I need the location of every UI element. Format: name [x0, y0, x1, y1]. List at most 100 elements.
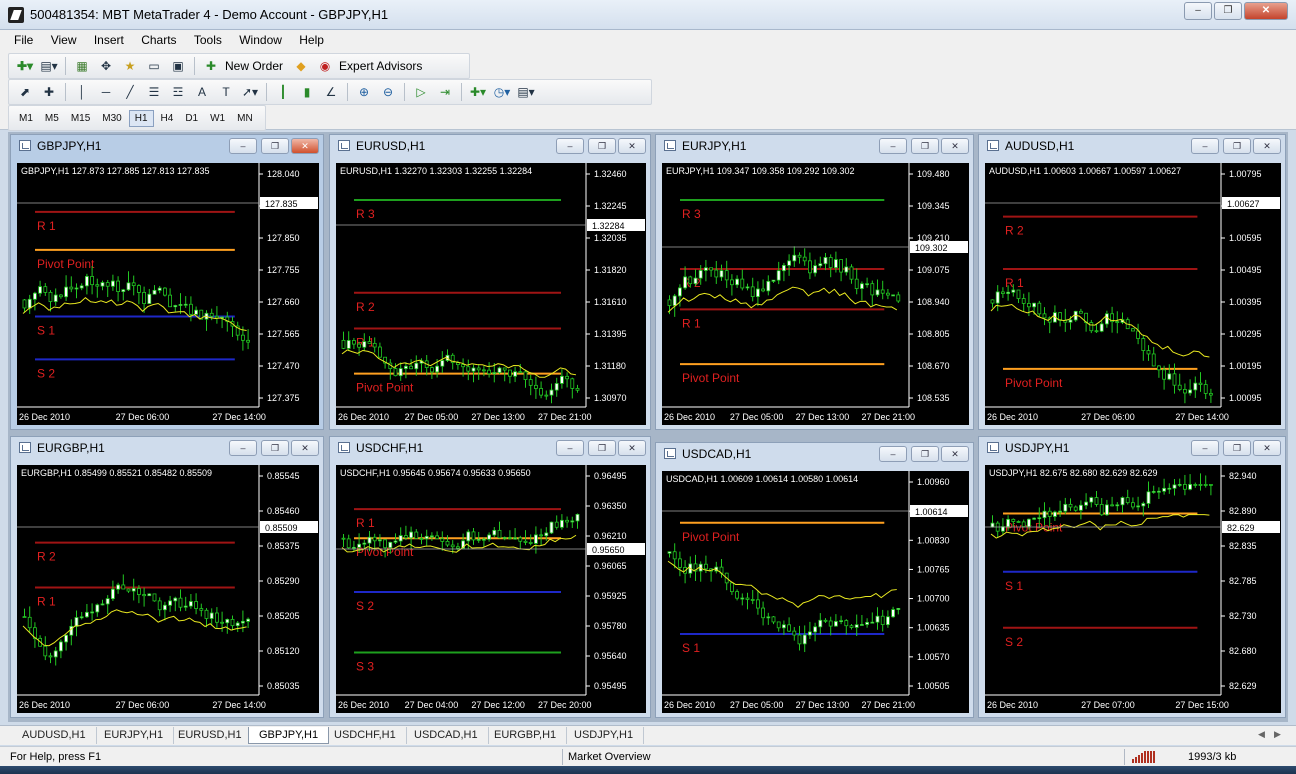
timeframe-d1[interactable]: D1 — [180, 111, 203, 126]
chart-window[interactable]: EURGBP,H1 – ❐ ✕ R 2 R 1 EURGBP,H1 0.85499 0.85… — [10, 436, 324, 718]
menu-insert[interactable]: Insert — [87, 30, 131, 47]
zoom-out-icon[interactable]: ⊖ — [378, 83, 398, 101]
chart-restore-button[interactable]: ❐ — [588, 440, 616, 456]
chart-window[interactable]: USDJPY,H1– ❐ ✕ Pivot Point S 1S 2 USDJPY,H1 8… — [978, 436, 1286, 718]
menu-window[interactable]: Window — [232, 30, 289, 47]
chart-window-titlebar[interactable]: EURGBP,H1 – ❐ ✕ — [11, 437, 323, 459]
chart-close-button[interactable]: ✕ — [618, 440, 646, 456]
chart-close-button[interactable]: ✕ — [291, 138, 319, 154]
new-chart-icon[interactable]: ✚▾ — [15, 57, 35, 75]
fibonacci-icon[interactable]: ☲ — [168, 83, 188, 101]
periods-icon[interactable]: ◷▾ — [492, 83, 512, 101]
chart-window-titlebar[interactable]: USDJPY,H1 – ❐ ✕ — [979, 437, 1285, 459]
new-order-icon[interactable]: ✚ — [201, 57, 221, 75]
close-button[interactable]: ✕ — [1244, 2, 1288, 20]
chart-restore-button[interactable]: ❐ — [261, 440, 289, 456]
terminal-icon[interactable]: ▭ — [144, 57, 164, 75]
line-chart-icon[interactable]: ∠ — [321, 83, 341, 101]
cursor-icon[interactable]: ⬈ — [15, 83, 35, 101]
chart-restore-button[interactable]: ❐ — [588, 138, 616, 154]
chart-canvas[interactable]: R 1Pivot PointS 2S 3USDCHF,H1 0.95645 0.… — [336, 465, 646, 713]
chart-canvas[interactable]: Pivot Point S 1 USDCAD,H1 1.00609 1.00614 … — [662, 471, 969, 713]
chart-tab[interactable]: EURGBP,H1 — [484, 727, 568, 744]
timeframe-mn[interactable]: MN — [232, 111, 258, 126]
chart-minimize-button[interactable]: – — [556, 440, 584, 456]
chart-close-button[interactable]: ✕ — [291, 440, 319, 456]
tabs-scroll-right-icon[interactable]: ▶ — [1274, 729, 1281, 740]
chart-window[interactable]: EURJPY,H1–❐✕ R 3R 2R 1Pivot PointEURJPY,H… — [655, 134, 974, 430]
chart-tab[interactable]: USDCHF,H1 — [324, 727, 407, 744]
price-chart[interactable]: R 1 Pivot Point S 1 S 2 GBPJPY,H1 127.873 12… — [17, 163, 319, 425]
expert-advisors-icon[interactable]: ◉ — [315, 57, 335, 75]
chart-window[interactable]: USDCHF,H1– ❐ ✕ R 1 Pivot Point S 2S 3 USDCHF,H… — [329, 436, 651, 718]
chart-tab[interactable]: USDJPY,H1 — [564, 727, 645, 744]
bar-chart-icon[interactable]: ┃ — [273, 83, 293, 101]
chart-minimize-button[interactable]: – — [879, 446, 907, 462]
templates-icon[interactable]: ▤▾ — [516, 83, 536, 101]
restore-button[interactable]: ❐ — [1214, 2, 1242, 20]
chart-close-button[interactable]: ✕ — [618, 138, 646, 154]
chart-shift-icon[interactable]: ⇥ — [435, 83, 455, 101]
metaeditor-icon[interactable]: ◆ — [291, 57, 311, 75]
chart-restore-button[interactable]: ❐ — [261, 138, 289, 154]
strategy-tester-icon[interactable]: ▣ — [168, 57, 188, 75]
chart-canvas[interactable]: R 2 R 1 EURGBP,H1 0.85499 0.85521 0.85482 … — [17, 465, 319, 713]
chart-window-titlebar[interactable]: GBPJPY,H1 – ❐ ✕ — [11, 135, 323, 157]
chart-restore-button[interactable]: ❐ — [1223, 440, 1251, 456]
chart-canvas[interactable]: R 2R 1Pivot PointAUDUSD,H1 1.00603 1.006… — [985, 163, 1281, 425]
chart-close-button[interactable]: ✕ — [941, 138, 969, 154]
crosshair-icon[interactable]: ✚ — [39, 83, 59, 101]
chart-minimize-button[interactable]: – — [229, 440, 257, 456]
text-label-icon[interactable]: T — [216, 83, 236, 101]
menu-charts[interactable]: Charts — [134, 30, 183, 47]
chart-close-button[interactable]: ✕ — [941, 446, 969, 462]
vertical-line-icon[interactable]: │ — [72, 83, 92, 101]
market-watch-icon[interactable]: ▦ — [72, 57, 92, 75]
price-chart[interactable]: R 2R 1 Pivot Point AUDUSD,H1 1.00603 1.006… — [985, 163, 1281, 425]
chart-window-titlebar[interactable]: AUDUSD,H1 – ❐ ✕ — [979, 135, 1285, 157]
chart-window-titlebar[interactable]: USDCAD,H1 – ❐ ✕ — [656, 443, 973, 465]
new-order-button[interactable]: New Order — [225, 59, 283, 73]
menu-view[interactable]: View — [44, 30, 84, 47]
price-chart[interactable]: Pivot Point S 1S 2 USDJPY,H1 82.675 82.680… — [985, 465, 1281, 713]
chart-tab[interactable]: AUDUSD,H1 — [12, 727, 97, 744]
expert-advisors-button[interactable]: Expert Advisors — [339, 59, 422, 73]
zoom-in-icon[interactable]: ⊕ — [354, 83, 374, 101]
chart-canvas[interactable]: R 1 Pivot Point S 1 S 2 GBPJPY,H1 127.873 12… — [17, 163, 319, 425]
navigator-icon[interactable]: ★ — [120, 57, 140, 75]
equidistant-channel-icon[interactable]: ☰ — [144, 83, 164, 101]
chart-window-titlebar[interactable]: EURUSD,H1 – ❐ ✕ — [330, 135, 650, 157]
chart-minimize-button[interactable]: – — [1191, 138, 1219, 154]
tabs-scroll-left-icon[interactable]: ◀ — [1258, 729, 1265, 740]
timeframe-w1[interactable]: W1 — [205, 111, 230, 126]
data-window-icon[interactable]: ✥ — [96, 57, 116, 75]
candlesticks-icon[interactable]: ▮ — [297, 83, 317, 101]
price-chart[interactable]: R 2 R 1 EURGBP,H1 0.85499 0.85521 0.85482 … — [17, 465, 319, 713]
minimize-button[interactable]: – — [1184, 2, 1212, 20]
chart-tab[interactable]: USDCAD,H1 — [404, 727, 489, 744]
chart-restore-button[interactable]: ❐ — [1223, 138, 1251, 154]
arrows-icon[interactable]: ➚▾ — [240, 83, 260, 101]
chart-window[interactable]: EURUSD,H1–❐✕ R 3R 2R 1Pivot PointEURUSD,H… — [329, 134, 651, 430]
chart-close-button[interactable]: ✕ — [1253, 138, 1281, 154]
indicators-icon[interactable]: ✚▾ — [468, 83, 488, 101]
menu-file[interactable]: File — [0, 30, 40, 47]
chart-window-titlebar[interactable]: EURJPY,H1 – ❐ ✕ — [656, 135, 973, 157]
menu-help[interactable]: Help — [292, 30, 331, 47]
chart-minimize-button[interactable]: – — [1191, 440, 1219, 456]
chart-restore-button[interactable]: ❐ — [911, 138, 939, 154]
chart-canvas[interactable]: R 3R 2R 1Pivot PointEURJPY,H1 109.347 10… — [662, 163, 969, 425]
chart-window[interactable]: AUDUSD,H1 – ❐ ✕ R 2R 1 Pivot Point AUDUSD,H1 1… — [978, 134, 1286, 430]
chart-tab[interactable]: EURUSD,H1 — [168, 727, 253, 744]
chart-canvas[interactable]: R 3R 2R 1Pivot PointEURUSD,H1 1.32270 1.… — [336, 163, 646, 425]
chart-tab[interactable]: GBPJPY,H1 — [248, 727, 330, 744]
price-chart[interactable]: R 1 Pivot Point S 2S 3 USDCHF,H1 0.95645 0.… — [336, 465, 646, 713]
timeframe-h4[interactable]: H4 — [156, 111, 179, 126]
timeframe-m30[interactable]: M30 — [97, 111, 126, 126]
chart-window[interactable]: USDCAD,H1 – ❐ ✕ Pivot Point S 1 USDCAD,H1 1.00… — [655, 442, 974, 718]
price-chart[interactable]: Pivot Point S 1 USDCAD,H1 1.00609 1.00614 … — [662, 471, 969, 713]
trendline-icon[interactable]: ╱ — [120, 83, 140, 101]
menu-tools[interactable]: Tools — [187, 30, 229, 47]
text-icon[interactable]: A — [192, 83, 212, 101]
chart-canvas[interactable]: Pivot PointS 1S 2USDJPY,H1 82.675 82.680… — [985, 465, 1281, 713]
